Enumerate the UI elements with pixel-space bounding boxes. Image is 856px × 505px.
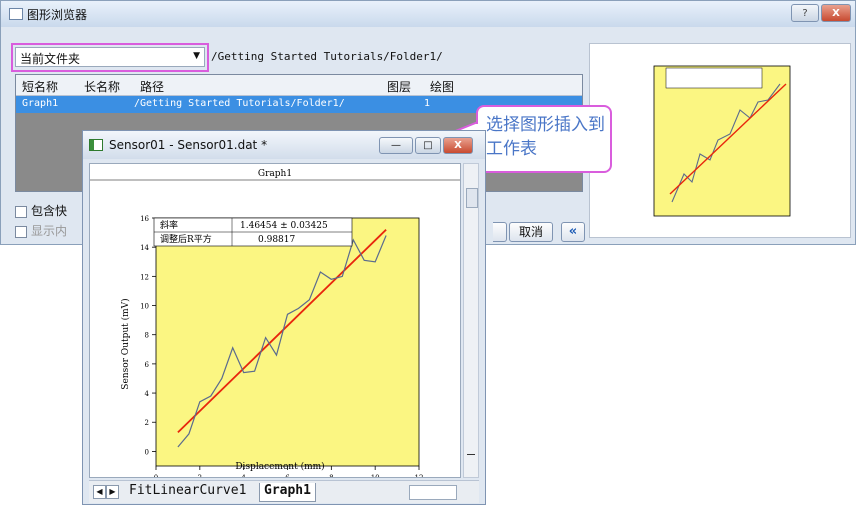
line-chart: Graph1 0 2 4 6 8 10 12 0 2 4 6 8 10 12 14 16 斜率 1.4645…: [90, 169, 460, 482]
worksheet-icon: [89, 139, 103, 151]
tab-fitlinearcurve1[interactable]: FitLinearCurve1: [129, 483, 246, 501]
stats-table: 斜率 1.46454 ± 0.03425 调整后R平方 0.98817: [153, 217, 353, 247]
x-tick-label: 10: [371, 474, 380, 477]
minimize-button[interactable]: —: [379, 137, 413, 154]
x-tick-label: 8: [329, 474, 333, 477]
x-tick-label: 4: [241, 474, 246, 477]
horizontal-scrollbar[interactable]: [409, 485, 457, 500]
y-tick-label: 16: [140, 215, 149, 223]
callout-box: 选择图形插入到 工作表: [476, 105, 612, 173]
slope-value: 1.46454 ± 0.03425: [240, 221, 328, 231]
maximize-button[interactable]: □: [415, 137, 441, 154]
sensor01-graph-window[interactable]: Sensor01 - Sensor01.dat * — □ X Graph1 0…: [82, 130, 486, 505]
x-tick-label: 0: [154, 474, 158, 477]
y-tick-label: 12: [140, 273, 149, 281]
plot-area: [155, 217, 420, 467]
y-tick-label: 4: [145, 390, 150, 398]
scroll-split-mark: [467, 454, 475, 455]
callout-text: 选择图形插入到 工作表: [486, 113, 605, 161]
r2-label: 调整后R平方: [160, 233, 212, 245]
callout-line-2: 工作表: [486, 139, 537, 159]
callout-line-1: 选择图形插入到: [486, 115, 605, 135]
window-close-button[interactable]: X: [443, 137, 473, 154]
tab-next-icon[interactable]: ▶: [106, 485, 119, 499]
graph-page[interactable]: Graph1 0 2 4 6 8 10 12 0 2 4 6 8 10 12 14 16 斜率 1.4645…: [89, 163, 461, 482]
window-titlebar[interactable]: Sensor01 - Sensor01.dat * — □ X: [83, 131, 485, 159]
tab-graph1[interactable]: Graph1: [259, 483, 316, 502]
window-title: Sensor01 - Sensor01.dat *: [109, 138, 268, 152]
layer-tabs-bar: ◀ ▶ FitLinearCurve1 Graph1: [89, 480, 479, 503]
y-tick-label: 0: [145, 448, 149, 456]
y-tick-label: 14: [140, 244, 149, 252]
x-tick-label: 6: [285, 474, 290, 477]
x-tick-label: 2: [198, 474, 202, 477]
x-axis-label: Displacement (mm): [235, 461, 324, 472]
x-tick-label: 12: [415, 474, 424, 477]
y-tick-label: 10: [140, 303, 149, 311]
vertical-scrollbar[interactable]: [463, 163, 479, 478]
y-tick-label: 8: [145, 332, 149, 340]
scroll-thumb[interactable]: [466, 188, 478, 208]
graph-page-title: Graph1: [258, 169, 292, 179]
y-axis-label: Sensor Output (mV): [120, 298, 131, 389]
r2-value: 0.98817: [258, 235, 295, 245]
y-tick-label: 2: [145, 419, 149, 427]
y-tick-label: 6: [145, 361, 150, 369]
tab-prev-icon[interactable]: ◀: [93, 485, 106, 499]
slope-label: 斜率: [160, 219, 178, 231]
